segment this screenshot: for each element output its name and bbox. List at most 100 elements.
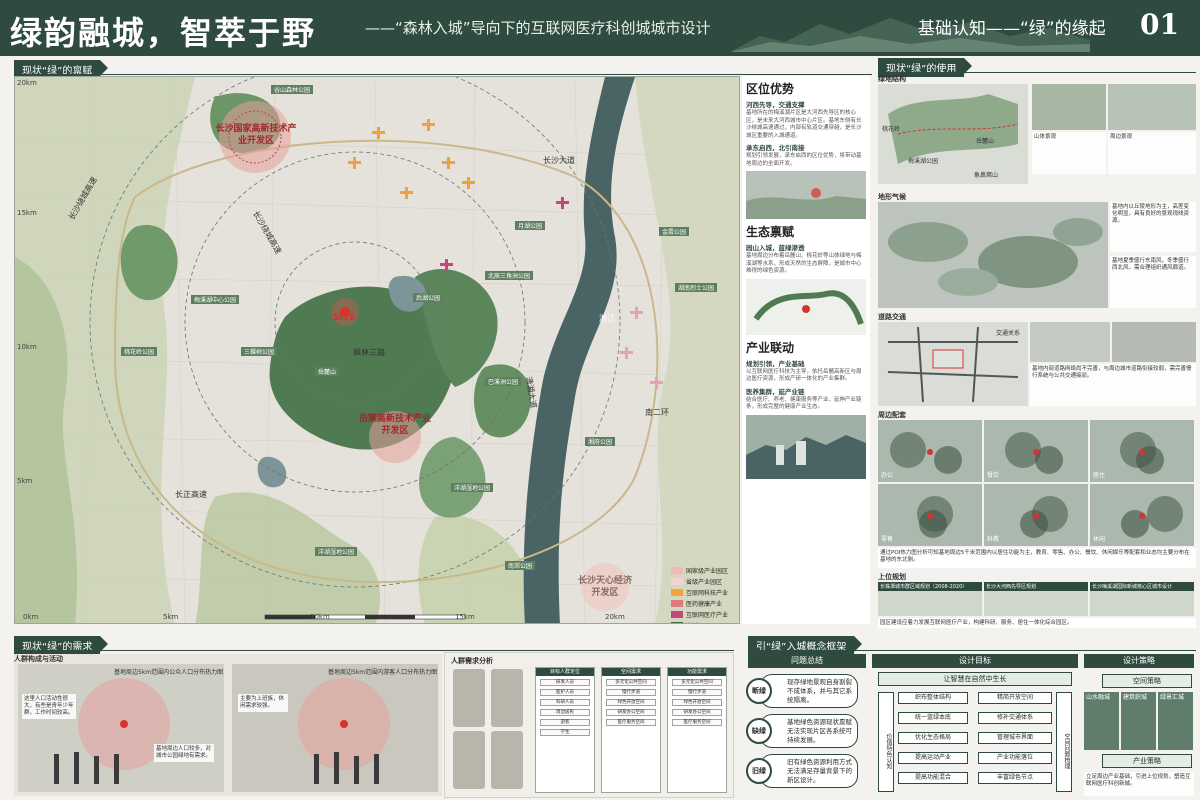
concept-framework: 问题总结 设计目标 设计策略 让智慧在自然中生长 价值特色认知 空间问题梳理 现…: [742, 650, 1198, 798]
ecology-heading: 生态禀赋: [746, 225, 795, 239]
crowd-note: 这里人口活动性很大，有些是青年少年群，工作时间较高。: [22, 694, 76, 719]
tab-demand: 现状“绿”的需求: [14, 636, 109, 655]
industry-body: 以互联网医疗科技为主导，依托岳麓高新区与周边医疗资源，形成产研一体化的产业集群。: [746, 368, 862, 383]
divider: [878, 72, 1196, 73]
flow-item: 慢行步道: [606, 689, 656, 696]
road-label: 南二环: [645, 408, 669, 417]
ecology-body: 基地周边分布着岳麓山、桃花岭等山体绿地与梅溪湖等水系，形成天然的生态屏障，是城市…: [746, 253, 862, 274]
landscape-photo-2: [1108, 84, 1196, 130]
strategy-box: 山水融城: [1084, 692, 1119, 750]
green-structure-label: 绿地结构: [878, 75, 906, 83]
legend-item: 医药健康产业: [671, 598, 739, 609]
road-label: 枫林三路: [353, 348, 385, 357]
person-figure: [491, 669, 523, 727]
scale-label: 0km: [23, 613, 39, 621]
legend-swatch: [671, 611, 683, 618]
park-label: 桃花岭公园: [121, 347, 158, 356]
road-label: 长沙大道: [543, 156, 575, 165]
strategy-title: 空间策略: [1102, 674, 1192, 688]
flow-item: 多元化公共空间: [672, 679, 722, 686]
park-label: 梅溪湖中心公园: [191, 295, 240, 304]
heatmap-tile: 休闲: [1090, 484, 1194, 546]
issue-key: 断绿: [746, 678, 772, 704]
flow-column-header: 空间需求: [602, 668, 660, 676]
issue-key: 缺绿: [746, 718, 772, 744]
goal-item: 统一蓝绿本底: [898, 712, 968, 724]
flow-item: 医护人员: [540, 689, 590, 696]
heatmap-tile: 餐饮: [984, 420, 1088, 482]
road-label: 长正高速: [175, 490, 207, 499]
legend-label: 互联网科技产业: [686, 590, 729, 597]
location-body2: 规划引领发展，承东启西的区位优势，将带动基地周边的全面开发。: [746, 153, 862, 167]
legend-item: 互联网医疗产业: [671, 609, 739, 620]
strategy-heading: 设计策略: [1084, 654, 1194, 668]
place-label: 岳麓山: [976, 138, 995, 145]
goal-item: 优化生态格局: [898, 732, 968, 744]
divider: [14, 74, 872, 75]
industry-heading: 产业联动: [746, 340, 795, 355]
scale-label: 15km: [455, 613, 475, 621]
ecology-diagram: [746, 278, 866, 335]
park-label: 巴溪洲公园: [485, 377, 522, 386]
industry-photo: [746, 414, 866, 479]
industry-sub2: 医养集群，延产业链: [746, 387, 805, 396]
goal-headline: 让智慧在自然中生长: [878, 672, 1072, 686]
flow-item: 研发办公空间: [606, 709, 656, 716]
strategy-note: 立足周边产业基础，引进上位规划，塑造互联网医疗科创新城。: [1084, 772, 1194, 796]
heatmap-label: 科教: [987, 536, 1000, 543]
issue-key: 旧绿: [746, 758, 772, 784]
flow-column: 空间需求 多元化公共空间 慢行步道 绿色开放空间 研发办公空间 医疗服务空间: [601, 667, 661, 793]
issue-text: 旧有绿色资源利用方式无法满足存量背景下的新区设计。: [760, 754, 858, 788]
issue-text: 基地绿色资源现状禀赋无法实现片区各系统可持续发展。: [760, 714, 858, 748]
traffic-label: 道路交通: [878, 313, 906, 321]
plan-map: 长沙大河西先导区规划: [984, 582, 1088, 616]
park-label: 后湖公园: [413, 293, 444, 302]
legend-label: 森林公园: [686, 621, 710, 623]
goals-heading: 设计目标: [872, 654, 1078, 668]
scale-label: 10km: [310, 613, 330, 621]
legend-label: 省级产业园区: [686, 579, 723, 586]
scale-label: 15km: [17, 209, 37, 217]
ecology-sub: 园山入城，蓝绿渗透: [746, 244, 805, 252]
flow-item: 绿色开放空间: [672, 699, 722, 706]
heatmap-label: 居住: [1093, 472, 1106, 479]
amenities-label: 周边配套: [878, 411, 906, 419]
plan-title: 长沙梅溪湖国际新城核心区城市设计: [1090, 582, 1194, 591]
issues-heading: 问题总结: [748, 654, 866, 668]
legend-label: 国家级产业园区: [686, 568, 729, 575]
heatmap-tile: 零售: [878, 484, 982, 546]
park-label: 洋湖湿地公园: [451, 483, 494, 492]
crowd-note: 主要为上班族，休闲需求较强。: [238, 694, 288, 712]
page-title: 绿韵融城，智萃于野: [10, 14, 317, 52]
plan-title: 长株潭城市群区域规划（2008-2020）: [878, 582, 982, 591]
flow-column-header: 目标人群定位: [536, 668, 594, 676]
park-label: 岳麓山: [315, 367, 340, 376]
issue-text: 现存绿地景观自身割裂不成体系，并与其它系统隔离。: [760, 674, 858, 708]
heatmap-label: 零售: [881, 536, 894, 543]
header-bar: 绿韵融城，智萃于野 ——“森林入城”导向下的互联网医疗科创城城市设计 基础认知—…: [0, 0, 1200, 56]
legend-item: 国家级产业园区: [671, 565, 739, 576]
place-label: 象鼻窝山: [974, 172, 999, 179]
plan-map: 长沙梅溪湖国际新城核心区城市设计: [1090, 582, 1194, 616]
divider: [14, 650, 734, 651]
strategy-box: 绿景汇城: [1158, 692, 1193, 750]
industry-sub: 规划引领，产业基础: [746, 359, 805, 368]
poi-note: 通过POI热力图分析可知基地周边5千米范围内以居住功能为主，教育、零售、办公、餐…: [878, 548, 1196, 568]
park-label: 南郊公园: [505, 561, 536, 570]
climate-note: 基地夏季盛行东南风，冬季盛行西北风，需合理组织通风廊道。: [1110, 256, 1196, 308]
legend-label: 医药健康产业: [686, 601, 723, 608]
goal-item: 丰富绿色节点: [978, 772, 1052, 784]
goal-item: 织布整体结构: [898, 692, 968, 704]
flow-item: 科研人员: [540, 699, 590, 706]
zone-label-north: 长沙国家高新技术产业开发区: [215, 124, 297, 146]
traffic-note: 基地内部道路网络尚不完善，与周边城市道路衔接较弱，需完善慢行系统与公共交通接驳。: [1030, 364, 1196, 406]
flow-item: 医疗服务空间: [606, 719, 656, 726]
heatmap-tile: 科教: [984, 484, 1088, 546]
analysis-text-panel: 区位优势 河西先导，交通支撑 基地所在的梅溪湖片区是大河西先导区的核心区，是未来…: [742, 76, 870, 624]
park-label: 三棵树公园: [241, 347, 278, 356]
traffic-diagram-label: 交通关系: [996, 330, 1021, 337]
flow-item: 研发办公空间: [672, 709, 722, 716]
place-label: 桃花岭: [882, 126, 901, 133]
strategy-title: 产业策略: [1102, 754, 1192, 768]
person-figure: [453, 731, 485, 789]
